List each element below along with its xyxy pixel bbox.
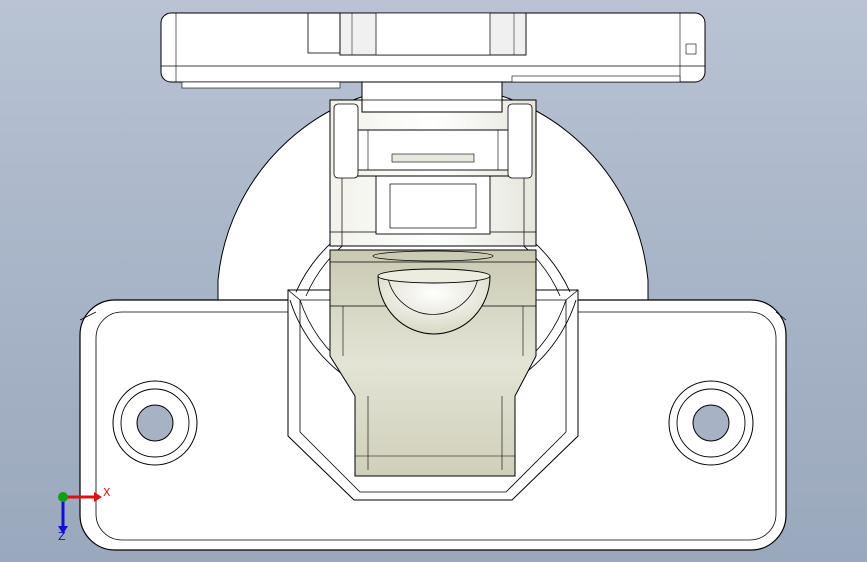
axis-z-label: Z — [58, 530, 66, 543]
screw-hole-right[interactable] — [668, 380, 754, 466]
top-mount-block[interactable] — [160, 12, 706, 89]
axis-x-label: X — [103, 486, 111, 499]
hinge-arm[interactable] — [329, 59, 537, 247]
screw-hole-left[interactable] — [112, 380, 198, 466]
hinge-model[interactable] — [0, 0, 867, 562]
cad-viewport[interactable]: X Z — [0, 0, 867, 562]
